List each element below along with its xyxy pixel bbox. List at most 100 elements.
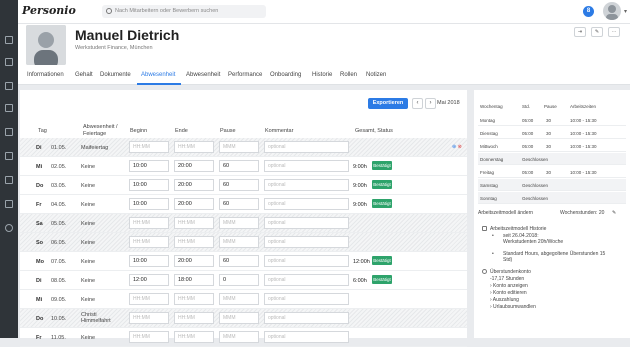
tab-onboarding[interactable]: Onboarding (270, 72, 301, 78)
comment-input[interactable]: optional (264, 331, 349, 343)
pause-input[interactable]: MMM (219, 331, 259, 343)
tab-performance[interactable]: Performance (228, 72, 262, 78)
tab-informationen[interactable]: Informationen (27, 72, 64, 78)
pause-input[interactable]: 60 (219, 179, 259, 191)
status-badge: Bestätigt (372, 161, 392, 170)
payroll-icon[interactable] (5, 104, 13, 112)
begin-input[interactable]: HH:MM (129, 141, 169, 153)
edit-pencil-icon[interactable]: ✎ (612, 210, 616, 216)
end-input[interactable]: HH:MM (174, 236, 214, 248)
edit-icon[interactable]: ✎ (591, 27, 603, 37)
end-input[interactable]: 20:00 (174, 179, 214, 191)
next-month-button[interactable]: › (425, 98, 436, 109)
people-icon[interactable] (5, 58, 13, 66)
tab-historie[interactable]: Historie (312, 72, 332, 78)
notification-badge[interactable]: 8 (583, 6, 594, 17)
chevron-down-icon[interactable]: ▾ (624, 8, 627, 15)
status-badge: Bestätigt (372, 199, 392, 208)
overtime-link-convert[interactable]: › Urlaubsumwandlen (490, 304, 536, 310)
settings-icon[interactable] (5, 224, 13, 232)
overtime-link-payout[interactable]: › Auszahlung (490, 297, 519, 303)
begin-input[interactable]: HH:MM (129, 217, 169, 229)
end-input[interactable]: 20:00 (174, 255, 214, 267)
pause-input[interactable]: MMM (219, 141, 259, 153)
comment-input[interactable]: optional (264, 217, 349, 229)
row-date: 06.05. (51, 240, 67, 246)
tab-abwesenheit-active[interactable]: Abwesenheit (141, 72, 175, 78)
home-icon[interactable] (5, 36, 13, 44)
pause-input[interactable]: MMM (219, 312, 259, 324)
comment-input[interactable]: optional (264, 255, 349, 267)
export-button[interactable]: Exportieren (368, 98, 408, 109)
cloud-upload-icon[interactable] (5, 176, 13, 184)
end-input[interactable]: HH:MM (174, 312, 214, 324)
calendar-icon[interactable] (5, 82, 13, 90)
comment-input[interactable]: optional (264, 236, 349, 248)
table-row: Do 10.05. Christi Himmelfahrt HH:MM HH:MM MMM… (20, 309, 467, 328)
logo[interactable]: Personio (22, 4, 76, 17)
more-icon[interactable]: ⋯ (608, 27, 620, 37)
info-icon[interactable]: ⊕ (452, 144, 456, 150)
table-row: Sa 05.05. Keine HH:MM HH:MM MMM optional (20, 214, 467, 233)
comment-input[interactable]: optional (264, 160, 349, 172)
end-input[interactable]: 18:00 (174, 274, 214, 286)
search-input[interactable]: Nach Mitarbeitern oder Bewerbern suchen (102, 5, 266, 18)
user-avatar[interactable] (603, 2, 621, 20)
ws-header-std: Std. (522, 104, 531, 109)
pause-input[interactable]: 60 (219, 160, 259, 172)
row-date: 11.05. (51, 335, 66, 341)
delete-icon[interactable]: ⊗ (458, 144, 462, 150)
begin-input[interactable]: HH:MM (129, 312, 169, 324)
pause-input[interactable]: 60 (219, 198, 259, 210)
profile-header: Manuel Dietrich Werkstudent Finance, Mün… (18, 24, 630, 67)
tab-notizen[interactable]: Notizen (366, 72, 386, 78)
schedule-day: Freitag (480, 170, 495, 175)
row-date: 07.05. (51, 259, 67, 265)
pause-input[interactable]: MMM (219, 236, 259, 248)
tab-gehalt[interactable]: Gehalt (75, 72, 93, 78)
pause-input[interactable]: MMM (219, 217, 259, 229)
begin-input[interactable]: 10:00 (129, 179, 169, 191)
tab-dokumente[interactable]: Dokumente (100, 72, 131, 78)
ws-header-wochentag: Wochentag (480, 104, 503, 109)
end-input[interactable]: HH:MM (174, 331, 214, 343)
tab-rollen[interactable]: Rollen (340, 72, 357, 78)
row-day: Mi (36, 297, 43, 303)
comment-input[interactable]: optional (264, 274, 349, 286)
login-icon[interactable]: ⇥ (574, 27, 586, 37)
end-input[interactable]: HH:MM (174, 217, 214, 229)
pause-input[interactable]: 0 (219, 274, 259, 286)
tab-abwesenheit[interactable]: Abwesenheit (186, 72, 220, 78)
overtime-link-edit[interactable]: › Konto editieren (490, 290, 527, 296)
begin-input[interactable]: HH:MM (129, 331, 169, 343)
comment-input[interactable]: optional (264, 312, 349, 324)
employee-name: Manuel Dietrich (75, 27, 180, 43)
pause-input[interactable]: MMM (219, 293, 259, 305)
overtime-link-show[interactable]: › Konto anzeigen (490, 283, 528, 289)
begin-input[interactable]: HH:MM (129, 293, 169, 305)
begin-input[interactable]: 12:00 (129, 274, 169, 286)
end-input[interactable]: HH:MM (174, 141, 214, 153)
end-input[interactable]: 20:00 (174, 160, 214, 172)
row-absence: Keine (81, 278, 96, 284)
comment-input[interactable]: optional (264, 179, 349, 191)
pause-input[interactable]: 60 (219, 255, 259, 267)
schedule-pause: 30 (546, 118, 552, 123)
end-input[interactable]: 20:00 (174, 198, 214, 210)
history-icon (482, 226, 487, 231)
begin-input[interactable]: 10:00 (129, 160, 169, 172)
change-model-link[interactable]: Arbeitszeitmodell ändern (478, 210, 533, 216)
end-input[interactable]: HH:MM (174, 293, 214, 305)
analytics-icon[interactable] (5, 128, 13, 136)
comment-input[interactable]: optional (264, 141, 349, 153)
begin-input[interactable]: HH:MM (129, 236, 169, 248)
begin-input[interactable]: 10:00 (129, 255, 169, 267)
row-date: 03.05. (51, 183, 67, 189)
comment-input[interactable]: optional (264, 198, 349, 210)
euro-icon[interactable] (5, 152, 13, 160)
employee-avatar (26, 25, 66, 65)
cloud-download-icon[interactable] (5, 200, 13, 208)
comment-input[interactable]: optional (264, 293, 349, 305)
begin-input[interactable]: 10:00 (129, 198, 169, 210)
prev-month-button[interactable]: ‹ (412, 98, 423, 109)
